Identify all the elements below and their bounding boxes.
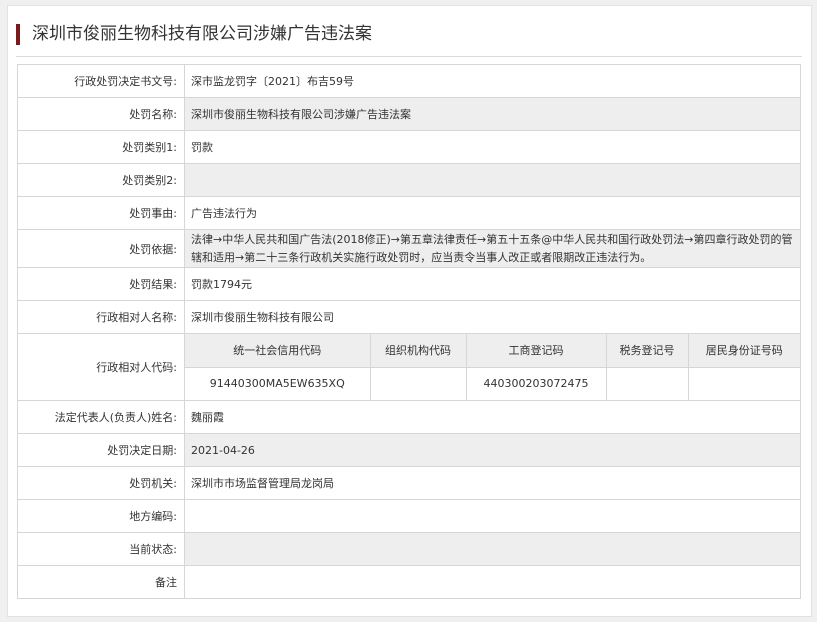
- codes-value-tax-reg: [605, 367, 688, 400]
- record-panel: 深圳市俊丽生物科技有限公司涉嫌广告违法案 行政处罚决定书文号: 深市监龙罚字〔2…: [7, 5, 812, 617]
- field-value-doc-number: 深市监龙罚字〔2021〕布吉59号: [184, 64, 801, 98]
- title-bar: 深圳市俊丽生物科技有限公司涉嫌广告违法案: [16, 22, 796, 46]
- codes-value-business-reg: 440300203072475: [465, 367, 606, 400]
- party-codes-table: 统一社会信用代码 组织机构代码 工商登记码 税务登记号 居民身份证号码 9144…: [185, 334, 800, 400]
- table-row: 处罚依据: 法律→中华人民共和国广告法(2018修正)→第五章法律责任→第五十五…: [17, 229, 801, 268]
- table-row: 处罚类别2:: [17, 163, 801, 197]
- table-row: 行政处罚决定书文号: 深市监龙罚字〔2021〕布吉59号: [17, 64, 801, 98]
- field-value-party-name: 深圳市俊丽生物科技有限公司: [184, 300, 801, 334]
- table-row: 处罚名称: 深圳市俊丽生物科技有限公司涉嫌广告违法案: [17, 97, 801, 131]
- field-label-result: 处罚结果:: [17, 267, 185, 301]
- party-codes-cell: 统一社会信用代码 组织机构代码 工商登记码 税务登记号 居民身份证号码 9144…: [184, 333, 801, 401]
- field-value-legal-rep: 魏丽霞: [184, 400, 801, 434]
- table-row: 备注: [17, 565, 801, 599]
- field-label-party-name: 行政相对人名称:: [17, 300, 185, 334]
- codes-header-business-reg: 工商登记码: [465, 334, 606, 368]
- field-label-legal-basis: 处罚依据:: [17, 229, 185, 268]
- table-row: 处罚类别1: 罚款: [17, 130, 801, 164]
- field-label-remarks: 备注: [17, 565, 185, 599]
- codes-header-tax-reg: 税务登记号: [605, 334, 688, 368]
- codes-value-id-number: [687, 367, 800, 400]
- codes-header-id-number: 居民身份证号码: [687, 334, 800, 368]
- table-row: 处罚决定日期: 2021-04-26: [17, 433, 801, 467]
- penalty-info-table: 行政处罚决定书文号: 深市监龙罚字〔2021〕布吉59号 处罚名称: 深圳市俊丽…: [17, 64, 801, 599]
- field-label-category-1: 处罚类别1:: [17, 130, 185, 164]
- title-divider: [16, 56, 802, 57]
- codes-value-credit-code: 91440300MA5EW635XQ: [185, 367, 370, 400]
- field-label-party-codes: 行政相对人代码:: [17, 333, 185, 401]
- table-row: 行政相对人名称: 深圳市俊丽生物科技有限公司: [17, 300, 801, 334]
- codes-header-row: 统一社会信用代码 组织机构代码 工商登记码 税务登记号 居民身份证号码: [185, 334, 800, 368]
- table-row: 处罚事由: 广告违法行为: [17, 196, 801, 230]
- table-row: 处罚结果: 罚款1794元: [17, 267, 801, 301]
- table-row: 行政相对人代码: 统一社会信用代码 组织机构代码 工商登记码 税务登记号 居民身…: [17, 333, 801, 401]
- field-label-doc-number: 行政处罚决定书文号:: [17, 64, 185, 98]
- field-value-reason: 广告违法行为: [184, 196, 801, 230]
- codes-header-credit-code: 统一社会信用代码: [185, 334, 370, 368]
- table-row: 地方编码:: [17, 499, 801, 533]
- field-value-penalty-name: 深圳市俊丽生物科技有限公司涉嫌广告违法案: [184, 97, 801, 131]
- codes-value-row: 91440300MA5EW635XQ 440300203072475: [185, 367, 800, 400]
- field-label-penalty-name: 处罚名称:: [17, 97, 185, 131]
- field-value-legal-basis: 法律→中华人民共和国广告法(2018修正)→第五章法律责任→第五十五条@中华人民…: [184, 229, 801, 268]
- codes-value-org-code: [369, 367, 466, 400]
- field-label-legal-rep: 法定代表人(负责人)姓名:: [17, 400, 185, 434]
- table-row: 当前状态:: [17, 532, 801, 566]
- field-label-local-code: 地方编码:: [17, 499, 185, 533]
- field-value-result: 罚款1794元: [184, 267, 801, 301]
- field-value-category-2: [184, 163, 801, 197]
- field-label-status: 当前状态:: [17, 532, 185, 566]
- field-label-authority: 处罚机关:: [17, 466, 185, 500]
- field-value-local-code: [184, 499, 801, 533]
- table-row: 法定代表人(负责人)姓名: 魏丽霞: [17, 400, 801, 434]
- page-title: 深圳市俊丽生物科技有限公司涉嫌广告违法案: [32, 24, 372, 44]
- table-row: 处罚机关: 深圳市市场监督管理局龙岗局: [17, 466, 801, 500]
- codes-header-org-code: 组织机构代码: [369, 334, 466, 368]
- field-label-reason: 处罚事由:: [17, 196, 185, 230]
- field-label-category-2: 处罚类别2:: [17, 163, 185, 197]
- field-value-remarks: [184, 565, 801, 599]
- field-value-decision-date: 2021-04-26: [184, 433, 801, 467]
- title-accent-bar: [16, 24, 20, 45]
- field-value-authority: 深圳市市场监督管理局龙岗局: [184, 466, 801, 500]
- field-label-decision-date: 处罚决定日期:: [17, 433, 185, 467]
- field-value-status: [184, 532, 801, 566]
- field-value-category-1: 罚款: [184, 130, 801, 164]
